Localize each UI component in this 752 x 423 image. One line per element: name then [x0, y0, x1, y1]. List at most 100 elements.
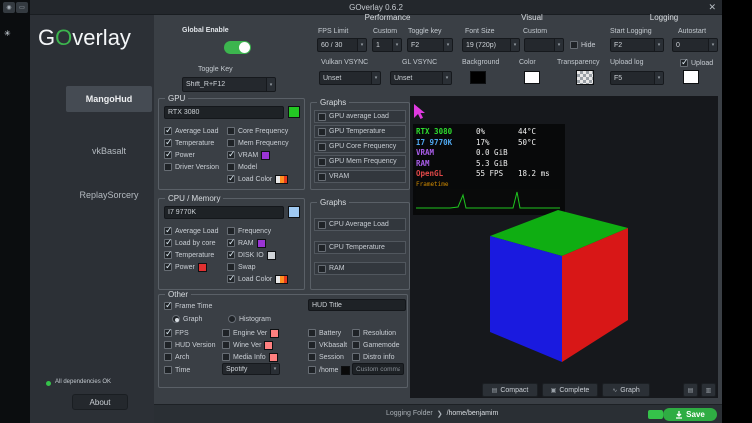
session-checkbox[interactable]: Session: [308, 352, 344, 362]
distro-info-checkbox[interactable]: Distro info: [352, 352, 395, 362]
perf-toggle-key-select[interactable]: F2▾: [407, 38, 453, 52]
hud-version-checkbox[interactable]: HUD Version: [164, 340, 215, 350]
checkbox-icon: [318, 143, 326, 151]
window-icon[interactable]: ▭: [16, 2, 28, 13]
sidebar-item-mangohud[interactable]: MangoHud: [66, 86, 152, 112]
media-info-checkbox[interactable]: Media Info: [222, 352, 278, 362]
radio-icon: [172, 315, 180, 323]
checkbox-label: Arch: [175, 354, 189, 361]
upload-log-swatch[interactable]: [683, 70, 699, 84]
graph-cpu-average-load-checkbox[interactable]: CPU Average Load: [314, 218, 406, 231]
cpu-frequency-checkbox[interactable]: Frequency: [227, 226, 271, 236]
battery-checkbox[interactable]: Battery: [308, 328, 341, 338]
media-info-color-swatch[interactable]: [269, 353, 278, 362]
gl-vsync-select[interactable]: Unset▾: [390, 71, 452, 85]
camera-icon[interactable]: ◉: [3, 2, 15, 13]
ram-color-swatch[interactable]: [257, 239, 266, 248]
sidebar-item-vkbasalt[interactable]: vkBasalt: [66, 142, 152, 160]
fps-limit-select[interactable]: 60 / 30▾: [317, 38, 367, 52]
cpu-load-color-checkbox[interactable]: Load Color: [227, 274, 288, 284]
hide-checkbox[interactable]: Hide: [570, 40, 595, 50]
cpu-color-swatch[interactable]: [288, 206, 300, 218]
media-player-select[interactable]: Spotify▾: [222, 363, 280, 375]
gpu-temperature-checkbox[interactable]: Temperature: [164, 138, 214, 148]
disk-io-color-swatch[interactable]: [267, 251, 276, 260]
time-checkbox[interactable]: Time: [164, 365, 190, 375]
about-button[interactable]: About: [72, 394, 128, 410]
background-color-swatch[interactable]: [470, 71, 486, 84]
cpu-average-load-checkbox[interactable]: Average Load: [164, 226, 218, 236]
cpu-temperature-checkbox[interactable]: Temperature: [164, 250, 214, 260]
gpu-model-checkbox[interactable]: Model: [227, 162, 257, 172]
graph-ram-checkbox[interactable]: RAM: [314, 262, 406, 275]
gpu-core-frequency-checkbox[interactable]: Core Frequency: [227, 126, 288, 136]
gpu-color-swatch[interactable]: [288, 106, 300, 118]
graph-gpu-core-frequency-checkbox[interactable]: GPU Core Frequency: [314, 140, 406, 153]
load-color-swatch[interactable]: [275, 175, 288, 184]
power-color-swatch[interactable]: [198, 263, 207, 272]
upload-checkbox[interactable]: Upload: [680, 58, 713, 68]
logging-folder-breadcrumb[interactable]: Logging Folder ❯ /home/benjamim: [386, 410, 498, 418]
graph-gpu-mem-frequency-checkbox[interactable]: GPU Mem Frequency: [314, 155, 406, 168]
close-icon[interactable]: ✕: [708, 2, 716, 12]
fps-checkbox[interactable]: FPS: [164, 328, 189, 338]
compact-button[interactable]: ▤Compact: [482, 383, 538, 397]
graph-cpu-temperature-checkbox[interactable]: CPU Temperature: [314, 241, 406, 254]
upload-log-select[interactable]: F5▾: [610, 71, 664, 85]
preview-option-right-button[interactable]: ▥: [701, 383, 716, 397]
gpu-average-load-checkbox[interactable]: Average Load: [164, 126, 218, 136]
font-size-select[interactable]: 19 (720p)▾: [462, 38, 520, 52]
complete-button[interactable]: ▣Complete: [542, 383, 598, 397]
graph-radio[interactable]: Graph: [172, 314, 202, 324]
transparency-button[interactable]: [576, 70, 594, 85]
gpu-vram-checkbox[interactable]: VRAM: [227, 150, 270, 160]
engine-ver-checkbox[interactable]: Engine Ver: [222, 328, 279, 338]
save-button[interactable]: Save: [663, 408, 717, 421]
graph-button[interactable]: ∿Graph: [602, 383, 650, 397]
checkbox-icon: [318, 158, 326, 166]
custom-command-input[interactable]: [352, 363, 404, 375]
hud-title-input[interactable]: [308, 299, 406, 311]
graph-vram-checkbox[interactable]: VRAM: [314, 170, 406, 183]
cpu-load-by-core-checkbox[interactable]: Load by core: [164, 238, 215, 248]
vkbasalt-checkbox[interactable]: VKbasalt: [308, 340, 347, 350]
text-color-swatch[interactable]: [524, 71, 540, 84]
cpu-name-input[interactable]: [164, 206, 284, 219]
vulkan-vsync-select[interactable]: Unset▾: [319, 71, 381, 85]
global-enable-toggle[interactable]: [224, 41, 251, 54]
graph-gpu-average-load-checkbox[interactable]: GPU average Load: [314, 110, 406, 123]
autostart-select[interactable]: 0▾: [672, 38, 718, 52]
gpu-mem-frequency-checkbox[interactable]: Mem Frequency: [227, 138, 289, 148]
sidebar-item-replaysorcery[interactable]: ReplaySorcery: [66, 186, 152, 204]
gpu-load-color-checkbox[interactable]: Load Color: [227, 174, 288, 184]
fps-custom-select[interactable]: 1▾: [372, 38, 402, 52]
arch-checkbox[interactable]: Arch: [164, 352, 189, 362]
histogram-radio[interactable]: Histogram: [228, 314, 271, 324]
load-color-swatch[interactable]: [275, 275, 288, 284]
start-logging-select[interactable]: F2▾: [610, 38, 664, 52]
wine-ver-checkbox[interactable]: Wine Ver: [222, 340, 273, 350]
disk-io-checkbox[interactable]: DISK IO: [227, 250, 276, 260]
gpu-power-checkbox[interactable]: Power: [164, 150, 195, 160]
toggle-key-select[interactable]: Shift_R+F12 ▾: [182, 77, 276, 92]
checkbox-icon: [318, 265, 326, 273]
visual-custom-select[interactable]: ▾: [524, 38, 564, 52]
home-color-swatch[interactable]: [341, 366, 350, 375]
cpu-power-checkbox[interactable]: Power: [164, 262, 207, 272]
swap-checkbox[interactable]: Swap: [227, 262, 256, 272]
gpu-name-input[interactable]: [164, 106, 284, 119]
resolution-checkbox[interactable]: Resolution: [352, 328, 396, 338]
engine-ver-color-swatch[interactable]: [270, 329, 279, 338]
checkbox-label: DISK IO: [238, 252, 264, 259]
checkbox-label: Average Load: [175, 228, 218, 235]
graph-gpu-temperature-checkbox[interactable]: GPU Temperature: [314, 125, 406, 138]
ram-checkbox[interactable]: RAM: [227, 238, 266, 248]
position-cursor-icon[interactable]: [412, 103, 429, 120]
gamemode-checkbox[interactable]: Gamemode: [352, 340, 400, 350]
home-checkbox[interactable]: /home: [308, 365, 350, 375]
gpu-driver-version-checkbox[interactable]: Driver Version: [164, 162, 219, 172]
wine-ver-color-swatch[interactable]: [264, 341, 273, 350]
frame-time-checkbox[interactable]: Frame Time: [164, 301, 212, 311]
vram-color-swatch[interactable]: [261, 151, 270, 160]
preview-option-left-button[interactable]: ▤: [683, 383, 698, 397]
